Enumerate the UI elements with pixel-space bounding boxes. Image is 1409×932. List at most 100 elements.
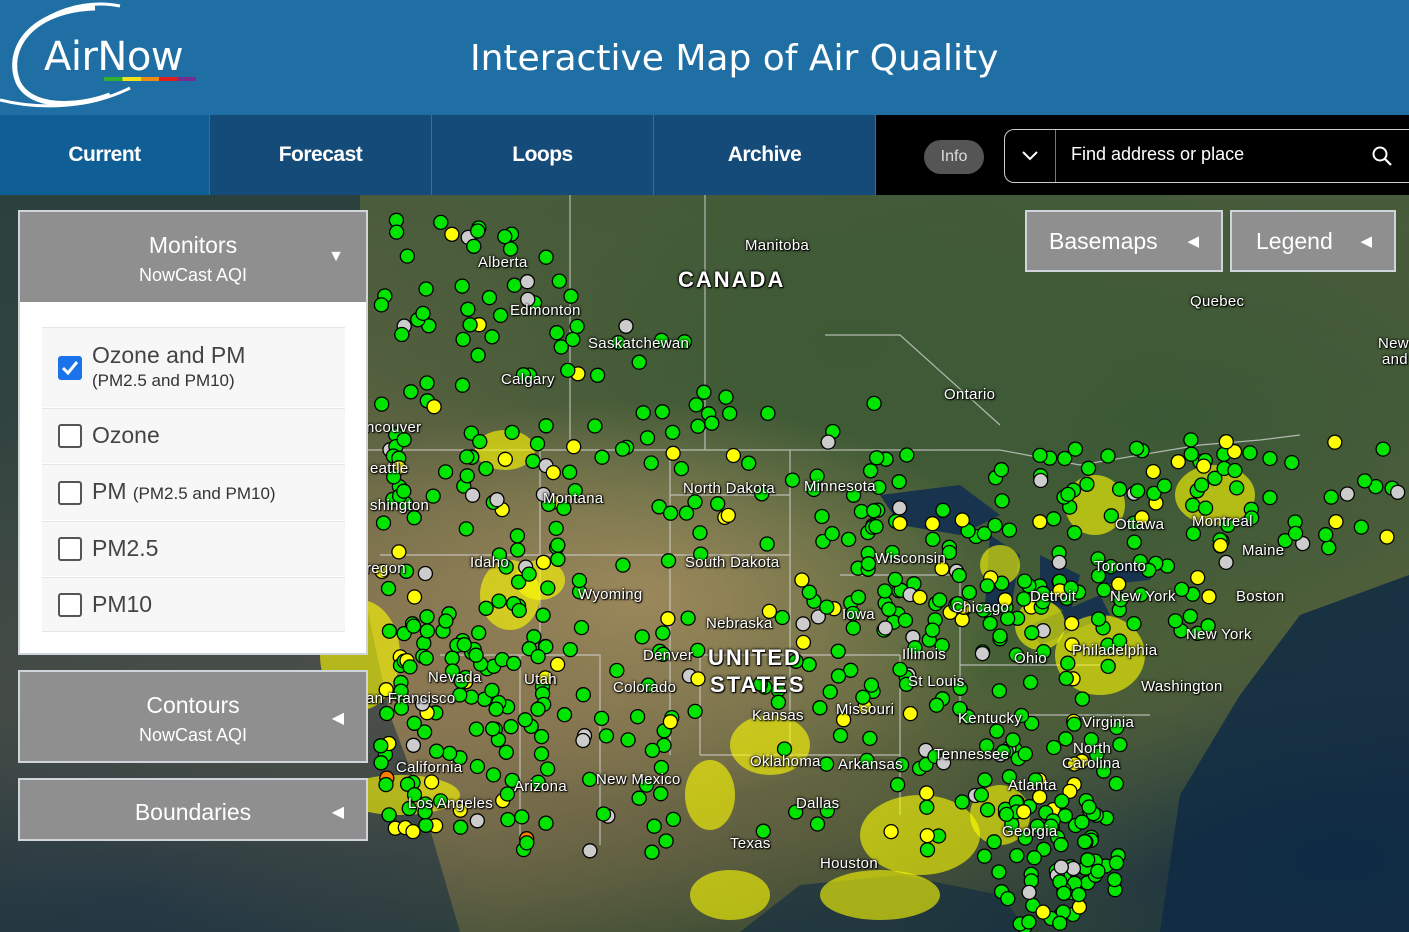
monitor-site-marker[interactable] bbox=[549, 656, 566, 673]
monitor-site-marker[interactable] bbox=[394, 326, 410, 343]
monitor-site-marker[interactable] bbox=[801, 656, 817, 673]
monitor-site-marker[interactable] bbox=[1026, 850, 1042, 866]
monitor-site-marker[interactable] bbox=[538, 815, 554, 831]
monitor-site-marker[interactable] bbox=[935, 502, 951, 518]
info-button[interactable]: Info bbox=[924, 140, 984, 174]
monitor-site-marker[interactable] bbox=[551, 273, 567, 289]
monitor-site-marker[interactable] bbox=[530, 648, 546, 665]
monitor-site-marker[interactable] bbox=[478, 460, 494, 477]
option-ozone-and-pm[interactable]: Ozone and PM (PM2.5 and PM10) bbox=[42, 327, 345, 407]
search-source-dropdown[interactable] bbox=[1005, 130, 1056, 182]
monitor-site-marker[interactable] bbox=[690, 418, 706, 434]
monitor-site-marker[interactable] bbox=[1017, 746, 1033, 762]
monitor-site-marker[interactable] bbox=[660, 611, 676, 627]
monitor-site-marker[interactable] bbox=[444, 226, 460, 242]
checkbox-pm[interactable] bbox=[58, 481, 82, 505]
monitor-site-marker[interactable] bbox=[535, 607, 551, 623]
monitor-site-marker[interactable] bbox=[485, 767, 502, 783]
monitor-site-marker[interactable] bbox=[481, 289, 498, 306]
monitor-site-marker[interactable] bbox=[680, 610, 696, 626]
monitor-site-marker[interactable] bbox=[868, 518, 884, 535]
monitor-site-marker[interactable] bbox=[1081, 799, 1097, 815]
monitor-site-marker[interactable] bbox=[961, 584, 977, 601]
monitors-panel-header[interactable]: Monitors NowCast AQI ▼ bbox=[20, 212, 366, 302]
monitor-site-marker[interactable] bbox=[1058, 670, 1074, 687]
monitor-site-marker[interactable] bbox=[391, 544, 407, 560]
monitor-site-marker[interactable] bbox=[491, 593, 507, 609]
monitor-site-marker[interactable] bbox=[830, 668, 847, 684]
monitor-site-marker[interactable] bbox=[1053, 859, 1069, 875]
monitor-site-marker[interactable] bbox=[1024, 625, 1040, 641]
monitor-site-marker[interactable] bbox=[644, 844, 660, 860]
monitor-site-marker[interactable] bbox=[654, 404, 671, 420]
option-pm25[interactable]: PM2.5 bbox=[42, 521, 345, 576]
monitor-site-marker[interactable] bbox=[1190, 569, 1206, 586]
checkbox-pm10[interactable] bbox=[58, 593, 82, 617]
monitor-site-marker[interactable] bbox=[454, 278, 470, 294]
monitor-site-marker[interactable] bbox=[1390, 484, 1406, 500]
monitor-site-marker[interactable] bbox=[891, 500, 908, 516]
monitor-site-marker[interactable] bbox=[1126, 534, 1142, 550]
monitor-site-marker[interactable] bbox=[1054, 793, 1070, 809]
monitor-site-marker[interactable] bbox=[373, 755, 389, 771]
monitor-site-marker[interactable] bbox=[417, 565, 434, 582]
monitor-site-marker[interactable] bbox=[801, 584, 817, 600]
monitor-site-marker[interactable] bbox=[511, 602, 527, 619]
monitor-site-marker[interactable] bbox=[902, 705, 919, 722]
monitor-site-marker[interactable] bbox=[438, 613, 454, 629]
monitor-site-marker[interactable] bbox=[618, 318, 634, 334]
monitor-site-marker[interactable] bbox=[812, 700, 828, 716]
monitor-site-marker[interactable] bbox=[1112, 736, 1128, 753]
monitor-site-marker[interactable] bbox=[519, 835, 535, 851]
monitor-site-marker[interactable] bbox=[556, 707, 573, 723]
monitor-site-marker[interactable] bbox=[899, 447, 915, 463]
monitor-site-marker[interactable] bbox=[814, 508, 830, 525]
monitor-site-marker[interactable] bbox=[1033, 472, 1049, 489]
monitor-site-marker[interactable] bbox=[869, 450, 885, 466]
tab-current[interactable]: Current bbox=[0, 115, 210, 195]
monitor-site-marker[interactable] bbox=[550, 551, 566, 567]
monitor-site-marker[interactable] bbox=[1242, 445, 1258, 461]
monitor-site-marker[interactable] bbox=[1032, 447, 1048, 464]
monitor-site-marker[interactable] bbox=[538, 418, 554, 434]
monitor-site-marker[interactable] bbox=[402, 659, 418, 675]
monitor-site-marker[interactable] bbox=[639, 430, 656, 446]
monitor-site-marker[interactable] bbox=[1201, 589, 1217, 605]
monitor-site-marker[interactable] bbox=[426, 399, 442, 415]
monitor-site-marker[interactable] bbox=[664, 424, 681, 441]
monitor-site-marker[interactable] bbox=[690, 671, 706, 687]
monitor-site-marker[interactable] bbox=[497, 228, 513, 245]
monitor-site-marker[interactable] bbox=[437, 464, 454, 480]
monitor-site-marker[interactable] bbox=[1016, 804, 1032, 820]
tab-archive[interactable]: Archive bbox=[654, 115, 876, 195]
monitor-site-marker[interactable] bbox=[620, 732, 636, 748]
monitor-site-marker[interactable] bbox=[692, 525, 708, 541]
monitor-site-marker[interactable] bbox=[582, 771, 598, 788]
monitor-site-marker[interactable] bbox=[464, 487, 481, 503]
monitor-site-marker[interactable] bbox=[1000, 890, 1016, 907]
monitor-site-marker[interactable] bbox=[419, 623, 435, 639]
monitor-site-marker[interactable] bbox=[575, 732, 591, 749]
monitor-site-marker[interactable] bbox=[818, 756, 835, 772]
monitor-site-marker[interactable] bbox=[517, 712, 533, 728]
monitor-site-marker[interactable] bbox=[565, 331, 581, 348]
monitor-site-marker[interactable] bbox=[824, 525, 840, 542]
monitor-site-marker[interactable] bbox=[1080, 852, 1096, 868]
monitor-site-marker[interactable] bbox=[381, 623, 398, 639]
monitor-site-marker[interactable] bbox=[403, 384, 419, 400]
monitor-site-marker[interactable] bbox=[1353, 519, 1369, 535]
monitor-site-marker[interactable] bbox=[1182, 608, 1199, 624]
monitor-site-marker[interactable] bbox=[540, 580, 556, 596]
monitor-site-marker[interactable] bbox=[1009, 847, 1025, 864]
monitor-site-marker[interactable] bbox=[485, 721, 501, 737]
monitor-site-marker[interactable] bbox=[795, 616, 811, 632]
monitor-site-marker[interactable] bbox=[1129, 483, 1146, 499]
monitor-site-marker[interactable] bbox=[1339, 486, 1355, 502]
monitor-site-marker[interactable] bbox=[1058, 731, 1074, 747]
monitor-site-marker[interactable] bbox=[1185, 497, 1201, 513]
monitor-site-marker[interactable] bbox=[380, 580, 397, 597]
monitor-site-marker[interactable] bbox=[549, 325, 565, 341]
tab-forecast[interactable]: Forecast bbox=[210, 115, 432, 195]
monitor-site-marker[interactable] bbox=[979, 802, 996, 818]
monitor-site-marker[interactable] bbox=[673, 460, 690, 477]
